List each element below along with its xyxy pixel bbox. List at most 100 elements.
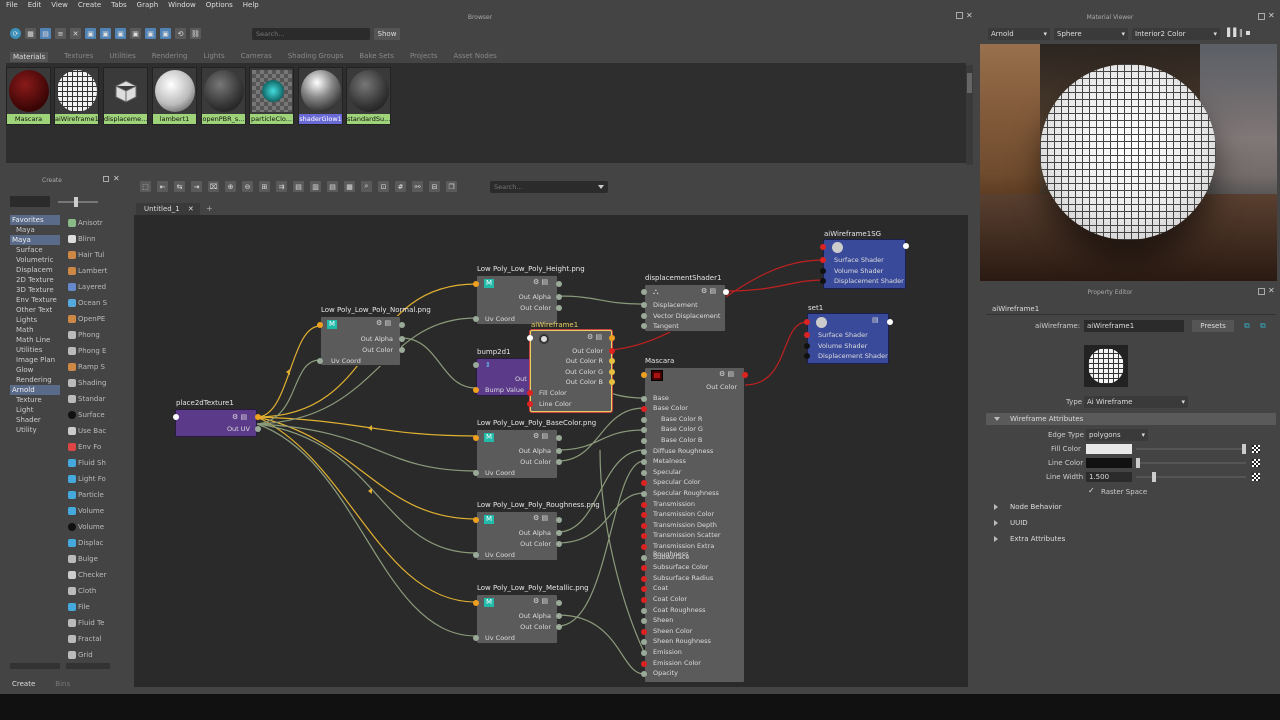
mv-renderer-select[interactable]: Arnold ▾ xyxy=(988,28,1050,40)
mascara-input-port[interactable] xyxy=(641,438,647,444)
node-roughness-texture[interactable]: Low Poly_Low_Poly_Roughness.png M ⚙ ▤ Ou… xyxy=(473,501,600,561)
mascara-attr-row: Transmission xyxy=(653,499,695,508)
pe-float-icon[interactable] xyxy=(1258,288,1265,295)
mascara-input-port[interactable] xyxy=(641,459,647,466)
mascara-input-port[interactable] xyxy=(641,469,647,476)
mascara-input-port[interactable] xyxy=(641,650,647,656)
mascara-input-port[interactable] xyxy=(641,639,647,646)
mascara-attr-row: Out Color xyxy=(706,383,737,391)
node-icons: ⚙ ▤ xyxy=(232,413,248,421)
mascara-input-port[interactable] xyxy=(641,671,647,678)
pe-edgetype-select[interactable]: polygons ▾ xyxy=(1086,429,1148,441)
mascara-input-port[interactable] xyxy=(641,618,647,625)
pe-type-select[interactable]: Ai Wireframe ▾ xyxy=(1084,396,1188,408)
mascara-attr-row: Coat Roughness xyxy=(653,605,706,614)
mascara-input-port[interactable] xyxy=(641,544,647,550)
mascara-input-port[interactable] xyxy=(641,406,647,413)
mascara-attr-row: Base Color B xyxy=(661,436,703,444)
sg-icon xyxy=(832,242,843,253)
node-place2dtexture[interactable]: place2dTexture1 Out UV ⚙ ▤ xyxy=(173,399,261,437)
pe-node-tab[interactable]: aiWireframe1 xyxy=(986,303,1276,315)
mascara-attr-row: Base Color R xyxy=(661,414,703,423)
pe-linecolor-swatch[interactable] xyxy=(1086,458,1132,468)
mascara-input-port[interactable] xyxy=(641,660,647,667)
node-aiwireframe-sg[interactable]: aiWireframe1SG Surface Shader Volume Sha… xyxy=(820,230,909,289)
node-set1[interactable]: set1 ▤ Surface Shader Volume Shader Disp… xyxy=(804,304,893,364)
mascara-attr-row: Transmission Scatter xyxy=(653,531,721,540)
mascara-attr-row: Base Color G xyxy=(661,425,703,434)
mv-float-icon[interactable] xyxy=(1258,13,1265,20)
pe-fillcolor-swatch[interactable] xyxy=(1086,444,1132,454)
mascara-input-port[interactable] xyxy=(641,565,647,572)
mascara-attr-row: Specular Roughness xyxy=(653,489,719,497)
mascara-input-port[interactable] xyxy=(641,491,647,497)
mascara-input-port[interactable] xyxy=(641,575,647,582)
mascara-input-port[interactable] xyxy=(641,512,647,519)
mv-env-select[interactable]: Interior2 Color ▾ xyxy=(1132,28,1220,40)
raster-space-checkbox[interactable]: ✓ xyxy=(1088,487,1096,495)
pe-fillcolor-slider[interactable] xyxy=(1136,444,1246,454)
mascara-attr-row: Specular xyxy=(653,467,682,476)
pe-fillcolor-map-icon[interactable] xyxy=(1252,445,1260,453)
wireframe-icon xyxy=(539,334,549,344)
pe-linewidth-input[interactable]: 1.500 xyxy=(1086,472,1132,482)
mascara-input-port[interactable] xyxy=(641,586,647,593)
mascara-input-port[interactable] xyxy=(641,554,647,561)
section-extra-attributes[interactable]: Extra Attributes xyxy=(986,533,1276,545)
pe-preview-swatch xyxy=(1084,345,1128,387)
node-height-texture[interactable]: Low Poly_Low_Poly_Height.png M ⚙ ▤ Out A… xyxy=(473,265,585,325)
pe-linewidth-slider[interactable] xyxy=(1136,472,1246,482)
mascara-attr-row: Sheen Color xyxy=(653,626,693,635)
pe-linecolor-label: Line Color xyxy=(1048,459,1084,467)
section-node-behavior[interactable]: Node Behavior xyxy=(986,501,1276,513)
pe-name-input[interactable]: aiWireframe1 xyxy=(1084,320,1184,332)
mascara-input-port[interactable] xyxy=(641,533,647,540)
mascara-input-port[interactable] xyxy=(641,448,647,455)
mv-pause-icon[interactable]: ▐▐ ‖ ▪ xyxy=(1224,28,1251,37)
mascara-input-port[interactable] xyxy=(641,597,647,603)
pe-paste-icon[interactable]: ⧉ xyxy=(1260,321,1266,331)
mv-shape-select[interactable]: Sphere ▾ xyxy=(1054,28,1128,40)
pe-linecolor-map-icon[interactable] xyxy=(1252,459,1260,467)
mv-close-icon[interactable]: ✕ xyxy=(1268,11,1275,20)
mascara-input-port[interactable] xyxy=(641,628,647,635)
node-basecolor-texture[interactable]: Low Poly_Low_Poly_BaseColor.png M ⚙ ▤ Ou… xyxy=(473,419,596,479)
mascara-input-port[interactable] xyxy=(641,395,647,402)
mascara-attr-row: Metalness xyxy=(653,457,686,466)
presets-button[interactable]: Presets xyxy=(1192,320,1234,332)
mascara-input-port[interactable] xyxy=(641,427,647,434)
mascara-attr-row: Coat xyxy=(653,584,669,593)
mascara-attr-row: Base xyxy=(653,393,669,402)
wire-uv-metal xyxy=(256,416,477,603)
mascara-attr-row: Sheen Roughness xyxy=(653,637,711,646)
mascara-swatch-icon xyxy=(651,370,663,381)
pe-copy-icon[interactable]: ⧉ xyxy=(1244,321,1250,331)
mascara-input-port[interactable] xyxy=(641,522,647,529)
mascara-attr-row: Emission xyxy=(653,648,682,656)
mascara-input-port[interactable] xyxy=(641,501,647,508)
pe-linecolor-slider[interactable] xyxy=(1136,458,1246,468)
wire-mascara-set xyxy=(744,321,808,386)
node-mascara[interactable]: Mascara ⚙ ▤ Out Color Base Base Color Base … xyxy=(641,357,748,683)
pe-linewidth-label: Line Width xyxy=(1046,473,1084,481)
raster-space-label: Raster Space xyxy=(1101,488,1148,496)
mascara-input-port[interactable] xyxy=(641,416,647,423)
section-uuid[interactable]: UUID xyxy=(986,517,1276,529)
pe-field-label: aiWireframe: xyxy=(1035,322,1081,330)
mascara-attr-row: Transmission Color xyxy=(653,510,715,519)
node-metallic-texture[interactable]: Low Poly_Low_Poly_Metallic.png M ⚙ ▤ Out… xyxy=(473,584,589,644)
pe-linewidth-map-icon[interactable] xyxy=(1252,473,1260,481)
section-wireframe-attributes[interactable]: Wireframe Attributes xyxy=(986,413,1276,425)
mascara-attr-row: Coat Color xyxy=(653,595,688,603)
node-displacement-shader[interactable]: displacementShader1 ⛬ ⚙ ▤ Displacement V… xyxy=(641,274,729,332)
mascara-input-port[interactable] xyxy=(641,607,647,614)
pe-close-icon[interactable]: ✕ xyxy=(1268,286,1275,295)
node-aiwireframe[interactable]: aiWireframe1 ⚙ ▤ Out Color Out Color R O… xyxy=(527,321,615,412)
mascara-attr-row: Specular Color xyxy=(653,478,701,487)
mascara-attr-row: Base Color xyxy=(653,404,688,413)
property-editor-title: Property Editor xyxy=(1087,289,1133,296)
wireframe-sphere xyxy=(1040,64,1216,240)
node-normal-texture[interactable]: Low Poly_Low_Poly_Normal.png M ⚙ ▤ Out A… xyxy=(317,306,431,366)
mascara-attr-row: Subsurface xyxy=(653,552,690,561)
mascara-input-port[interactable] xyxy=(641,480,647,487)
